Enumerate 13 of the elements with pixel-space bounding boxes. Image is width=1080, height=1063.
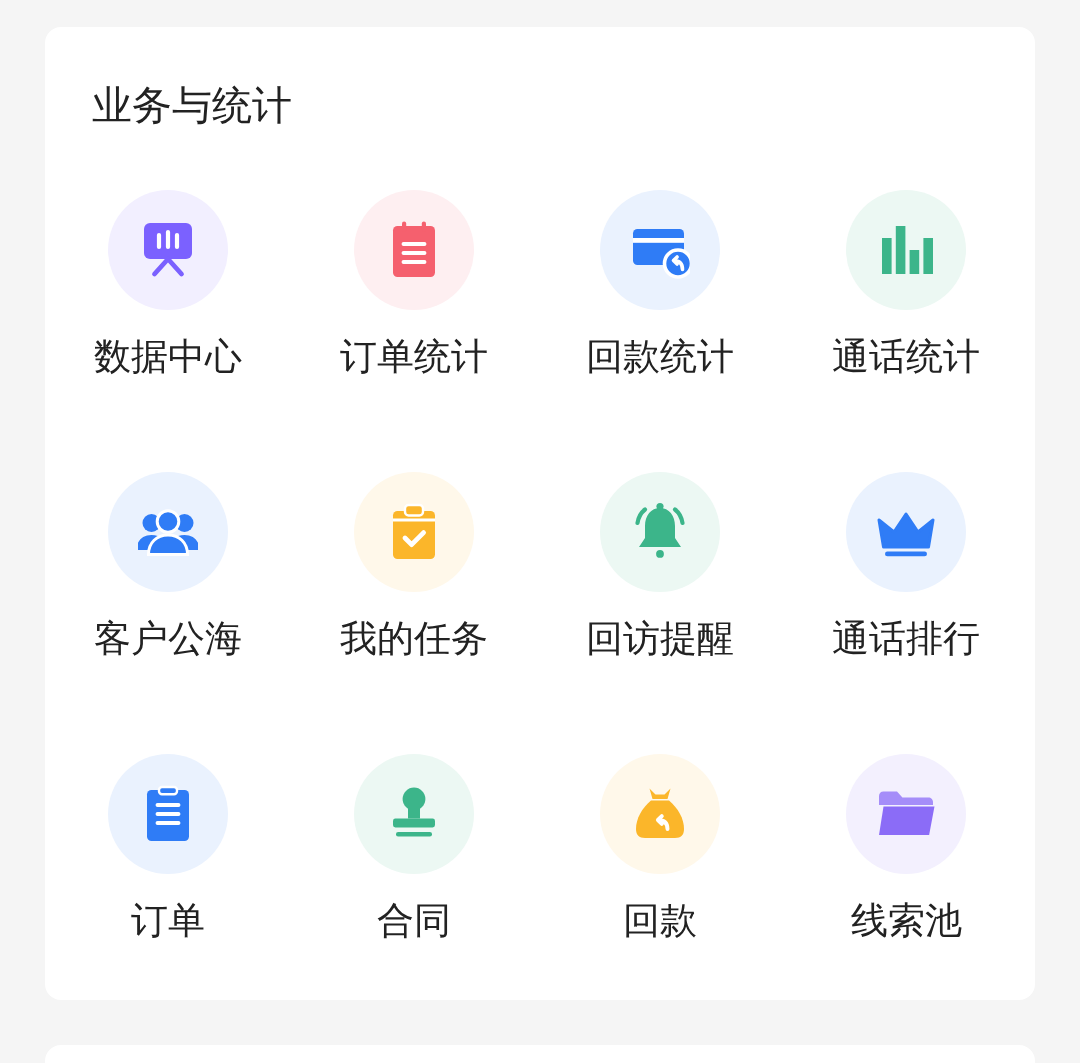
shortcut-label[interactable]: 回访提醒 — [586, 614, 734, 664]
shortcut-label[interactable]: 订单统计 — [340, 332, 488, 382]
shortcut-label[interactable]: 回款统计 — [586, 332, 734, 382]
shortcut-label[interactable]: 合同 — [377, 896, 451, 946]
shortcut-label[interactable]: 我的任务 — [340, 614, 488, 664]
shortcut-label[interactable]: 回款 — [623, 896, 697, 946]
shortcut-label[interactable]: 客户公海 — [94, 614, 242, 664]
shortcut-label[interactable]: 通话排行 — [832, 614, 980, 664]
shortcut-label[interactable]: 订单 — [131, 896, 205, 946]
section-title: 业务与统计 — [92, 81, 293, 130]
shortcut-label[interactable]: 数据中心 — [94, 332, 242, 382]
shortcut-label[interactable]: 线索池 — [850, 896, 962, 946]
shortcut-label[interactable]: 通话统计 — [832, 332, 980, 382]
